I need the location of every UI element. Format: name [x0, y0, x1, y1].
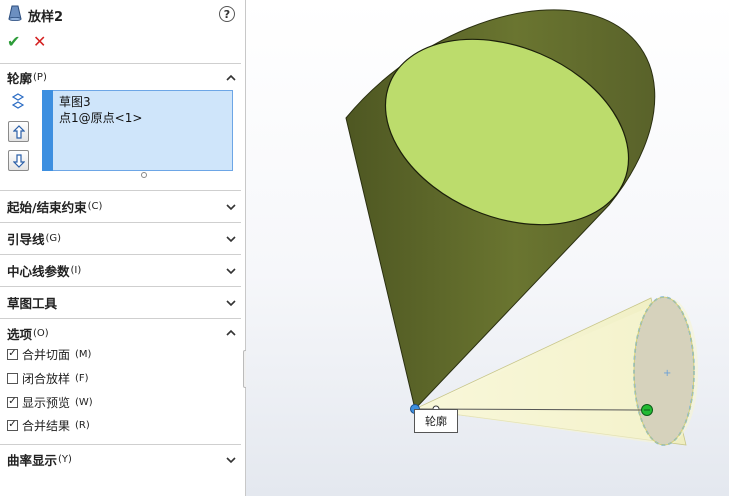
guide-curves-section: 引导线 (G) [0, 222, 241, 255]
panel-title: 放样2 [28, 9, 64, 25]
centerline-section-label: 中心线参数 [7, 263, 70, 279]
chevron-down-icon[interactable] [225, 233, 237, 245]
model-view: + [345, 9, 698, 446]
checkbox-box[interactable]: ✓ [7, 348, 18, 360]
checkbox-label: 合并结果 [22, 418, 71, 433]
merge-tangent-faces-checkbox[interactable]: ✓ 合并切面 (M) [7, 345, 91, 363]
profile-section-shortcut: (P) [33, 71, 47, 83]
close-loft-checkbox[interactable]: 闭合放样 (F) [7, 369, 89, 387]
start-end-section-shortcut: (C) [87, 200, 103, 212]
start-end-section-header[interactable]: 起始/结束约束 (C) [7, 195, 102, 217]
guide-curves-section-label: 引导线 [7, 231, 45, 247]
property-manager-panel: 放样2 ? ✔ ✕ 轮廓 (P) 草图3 点1@原点<1> 起始/结束约束 (C) [0, 0, 246, 496]
checkbox-shortcut: (F) [75, 372, 89, 384]
cancel-button[interactable]: ✕ [33, 32, 46, 51]
curvature-section-header[interactable]: 曲率显示 (Y) [7, 448, 72, 470]
profile-section-label: 轮廓 [7, 70, 33, 86]
guide-curves-section-header[interactable]: 引导线 (G) [7, 227, 61, 249]
checkbox-box[interactable] [7, 372, 18, 384]
merge-result-checkbox[interactable]: ✓ 合并结果 (R) [7, 416, 90, 434]
profile-list[interactable]: 草图3 点1@原点<1> [42, 90, 233, 171]
arrow-down-icon [12, 153, 25, 168]
list-item[interactable]: 点1@原点<1> [59, 109, 142, 126]
arrow-up-icon [12, 124, 25, 139]
curvature-section-shortcut: (Y) [58, 453, 72, 465]
svg-text:+: + [663, 368, 671, 379]
guide-curves-section-shortcut: (G) [45, 232, 62, 244]
graphics-viewport[interactable]: + 轮廓 [246, 0, 729, 496]
profile-select-icon [11, 93, 25, 114]
show-preview-checkbox[interactable]: ✓ 显示预览 (W) [7, 393, 93, 411]
loft-feature-icon [8, 5, 22, 25]
ok-button[interactable]: ✔ [7, 32, 20, 51]
options-section-label: 选项 [7, 326, 33, 342]
move-up-button[interactable] [8, 121, 29, 142]
checkbox-label: 合并切面 [22, 347, 71, 362]
checkbox-label: 闭合放样 [22, 371, 71, 386]
sketch-tools-section-header[interactable]: 草图工具 [7, 291, 57, 313]
curvature-section-label: 曲率显示 [7, 452, 58, 468]
start-end-section-label: 起始/结束约束 [7, 199, 87, 215]
panel-header: 放样2 [8, 5, 63, 25]
chevron-down-icon[interactable] [225, 454, 237, 466]
checkbox-shortcut: (M) [75, 348, 92, 360]
list-item[interactable]: 草图3 [59, 93, 91, 110]
help-button[interactable]: ? [219, 6, 235, 22]
chevron-down-icon[interactable] [225, 201, 237, 213]
options-section-shortcut: (O) [33, 327, 49, 339]
checkbox-box[interactable]: ✓ [7, 419, 18, 431]
checkbox-shortcut: (R) [75, 419, 90, 431]
chevron-down-icon[interactable] [225, 297, 237, 309]
checkbox-shortcut: (W) [75, 396, 93, 408]
centerline-section: 中心线参数 (I) [0, 254, 241, 287]
curvature-section: 曲率显示 (Y) [0, 444, 241, 497]
checkbox-box[interactable]: ✓ [7, 396, 18, 408]
checkbox-label: 显示预览 [22, 395, 71, 410]
sketch-tools-section-label: 草图工具 [7, 295, 58, 311]
move-down-button[interactable] [8, 150, 29, 171]
options-section-header[interactable]: 选项 (O) [7, 322, 49, 344]
centerline-section-shortcut: (I) [70, 264, 82, 276]
list-selection-bar [42, 90, 53, 171]
chevron-down-icon[interactable] [225, 265, 237, 277]
profile-section-header[interactable]: 轮廓 (P) [7, 66, 47, 88]
start-end-section: 起始/结束约束 (C) [0, 190, 241, 223]
centerline-section-header[interactable]: 中心线参数 (I) [7, 259, 81, 281]
resize-handle-icon[interactable] [141, 172, 147, 178]
chevron-up-icon[interactable] [225, 327, 237, 339]
profile-callout[interactable]: 轮廓 [414, 409, 458, 433]
sketch-tools-section: 草图工具 [0, 286, 241, 319]
chevron-up-icon[interactable] [225, 72, 237, 84]
